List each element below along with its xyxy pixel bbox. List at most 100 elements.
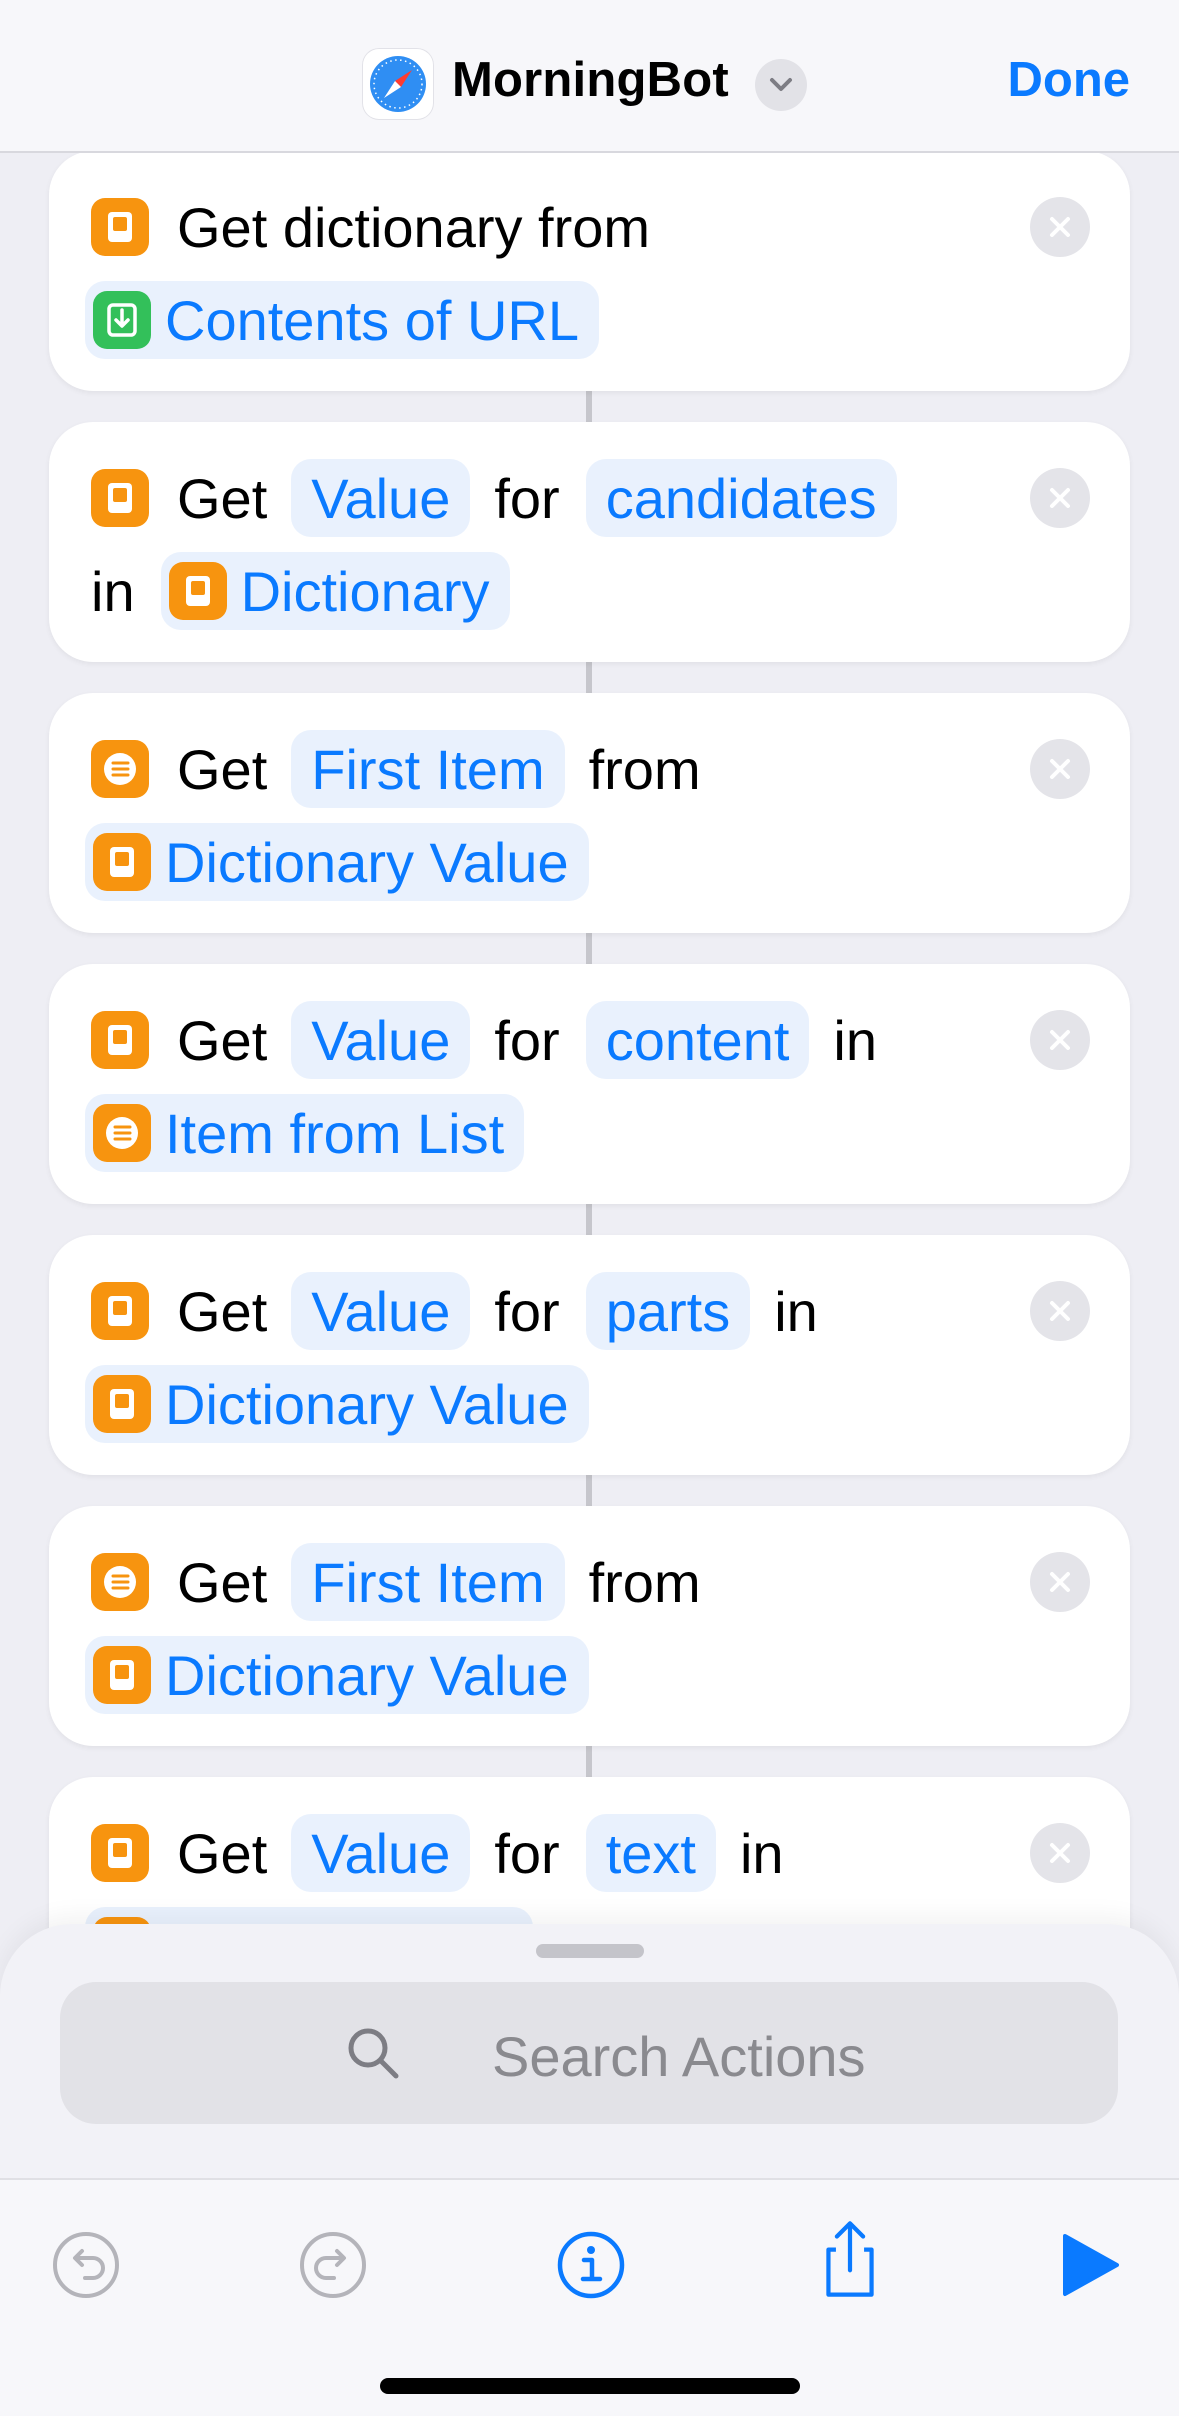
action-text: for bbox=[494, 1821, 560, 1885]
connector-line bbox=[586, 662, 592, 693]
play-icon[interactable] bbox=[1045, 2220, 1135, 2310]
dictionary-icon bbox=[93, 833, 151, 891]
close-icon[interactable] bbox=[1030, 1552, 1090, 1612]
variable-label: Item from List bbox=[165, 1101, 505, 1165]
variable-token[interactable]: Dictionary Value bbox=[85, 1365, 589, 1443]
dictionary-icon bbox=[93, 1646, 151, 1704]
action-line: Get First Item from bbox=[91, 730, 727, 808]
variable-label: Dictionary bbox=[240, 559, 490, 623]
close-icon[interactable] bbox=[1030, 197, 1090, 257]
parameter-token[interactable]: First Item bbox=[291, 730, 565, 808]
connector-line bbox=[586, 1746, 592, 1777]
dictionary-icon bbox=[91, 1282, 149, 1340]
action-line: Get Value for parts in bbox=[91, 1272, 844, 1350]
connector-line bbox=[586, 391, 592, 422]
action-text: for bbox=[494, 1008, 560, 1072]
parameter-token[interactable]: Value bbox=[291, 459, 471, 537]
action-text: Get dictionary from bbox=[177, 195, 651, 259]
info-icon[interactable] bbox=[546, 2220, 636, 2310]
done-button[interactable]: Done bbox=[1008, 52, 1131, 108]
parameter-token[interactable]: Value bbox=[291, 1272, 471, 1350]
actions-sheet: Search Actions bbox=[0, 1924, 1179, 2416]
action-card-get-item-from-list[interactable]: Get First Item from Dictionary Value bbox=[49, 1506, 1130, 1746]
search-placeholder: Search Actions bbox=[492, 2025, 866, 2088]
parameter-token[interactable]: First Item bbox=[291, 1543, 565, 1621]
action-text: from bbox=[588, 1550, 701, 1614]
action-line: Contents of URL bbox=[85, 281, 623, 359]
list-icon bbox=[91, 740, 149, 798]
action-line: Item from List bbox=[85, 1094, 548, 1172]
action-card-get-value[interactable]: Get Value for parts in Dictionary Value bbox=[49, 1235, 1130, 1475]
action-text: in bbox=[774, 1279, 818, 1343]
action-line: Get Value for text in bbox=[91, 1814, 810, 1892]
close-icon[interactable] bbox=[1030, 739, 1090, 799]
action-line: Get dictionary from bbox=[91, 188, 674, 266]
shortcut-title[interactable]: MorningBot bbox=[452, 52, 729, 108]
list-icon bbox=[93, 1104, 151, 1162]
action-line: Get Value for content in bbox=[91, 1001, 903, 1079]
action-text: in bbox=[833, 1008, 877, 1072]
close-icon[interactable] bbox=[1030, 1281, 1090, 1341]
variable-token[interactable]: Dictionary Value bbox=[85, 823, 589, 901]
action-text: Get bbox=[177, 466, 268, 530]
parameter-token[interactable]: Value bbox=[291, 1001, 471, 1079]
action-card-get-value[interactable]: Get Value for content in Item from List bbox=[49, 964, 1130, 1204]
parameter-token[interactable]: parts bbox=[585, 1272, 751, 1350]
action-line: in Dictionary bbox=[91, 552, 534, 630]
action-text: from bbox=[588, 737, 701, 801]
dictionary-icon bbox=[91, 198, 149, 256]
share-icon[interactable] bbox=[805, 2214, 895, 2304]
parameter-token[interactable]: text bbox=[585, 1814, 716, 1892]
action-text: for bbox=[494, 1279, 560, 1343]
action-line: Dictionary Value bbox=[85, 1636, 613, 1714]
action-line: Get Value for candidates bbox=[91, 459, 921, 537]
connector-line bbox=[586, 1475, 592, 1506]
parameter-token[interactable]: content bbox=[585, 1001, 810, 1079]
redo-icon[interactable] bbox=[288, 2220, 378, 2310]
action-card-get-value[interactable]: Get Value for candidates in Dictionary bbox=[49, 422, 1130, 662]
dictionary-icon bbox=[91, 1011, 149, 1069]
variable-token[interactable]: Contents of URL bbox=[85, 281, 599, 359]
action-text: Get bbox=[177, 1279, 268, 1343]
connector-line bbox=[586, 933, 592, 964]
sheet-grabber[interactable] bbox=[536, 1944, 644, 1958]
action-text: for bbox=[494, 466, 560, 530]
action-line: Dictionary Value bbox=[85, 1365, 613, 1443]
download-icon bbox=[93, 291, 151, 349]
chevron-down-icon[interactable] bbox=[755, 59, 807, 111]
action-line: Get First Item from bbox=[91, 1543, 727, 1621]
variable-label: Dictionary Value bbox=[165, 1643, 569, 1707]
action-line: Dictionary Value bbox=[85, 823, 613, 901]
close-icon[interactable] bbox=[1030, 1010, 1090, 1070]
action-text: Get bbox=[177, 737, 268, 801]
action-text: in bbox=[739, 1821, 784, 1885]
search-icon bbox=[348, 2028, 399, 2079]
action-text: in bbox=[91, 559, 135, 623]
close-icon[interactable] bbox=[1030, 468, 1090, 528]
dictionary-icon bbox=[91, 1824, 149, 1882]
dictionary-icon bbox=[168, 562, 227, 620]
variable-label: Dictionary Value bbox=[165, 1372, 569, 1436]
variable-token[interactable]: Dictionary bbox=[160, 552, 510, 630]
safari-compass-icon[interactable] bbox=[362, 48, 434, 120]
parameter-token[interactable]: Value bbox=[291, 1814, 471, 1892]
action-card-get-item-from-list[interactable]: Get First Item from Dictionary Value bbox=[49, 693, 1130, 933]
variable-label: Dictionary Value bbox=[165, 830, 569, 894]
action-text: Get bbox=[177, 1550, 268, 1614]
list-icon bbox=[91, 1553, 149, 1611]
home-indicator bbox=[380, 2378, 800, 2394]
action-text: Get bbox=[177, 1821, 268, 1885]
dictionary-icon bbox=[93, 1375, 151, 1433]
close-icon[interactable] bbox=[1030, 1823, 1090, 1883]
variable-token[interactable]: Item from List bbox=[85, 1094, 525, 1172]
variable-label: Contents of URL bbox=[165, 288, 579, 352]
undo-icon[interactable] bbox=[41, 2220, 131, 2310]
parameter-token[interactable]: candidates bbox=[585, 459, 897, 537]
variable-token[interactable]: Dictionary Value bbox=[85, 1636, 589, 1714]
action-text: Get bbox=[177, 1008, 268, 1072]
action-card-get-dictionary[interactable]: Get dictionary from Contents of URL bbox=[49, 151, 1130, 391]
search-field[interactable]: Search Actions bbox=[60, 1982, 1118, 2124]
connector-line bbox=[586, 1204, 592, 1235]
dictionary-icon bbox=[91, 469, 149, 527]
nav-bar: MorningBot Done bbox=[0, 0, 1179, 153]
